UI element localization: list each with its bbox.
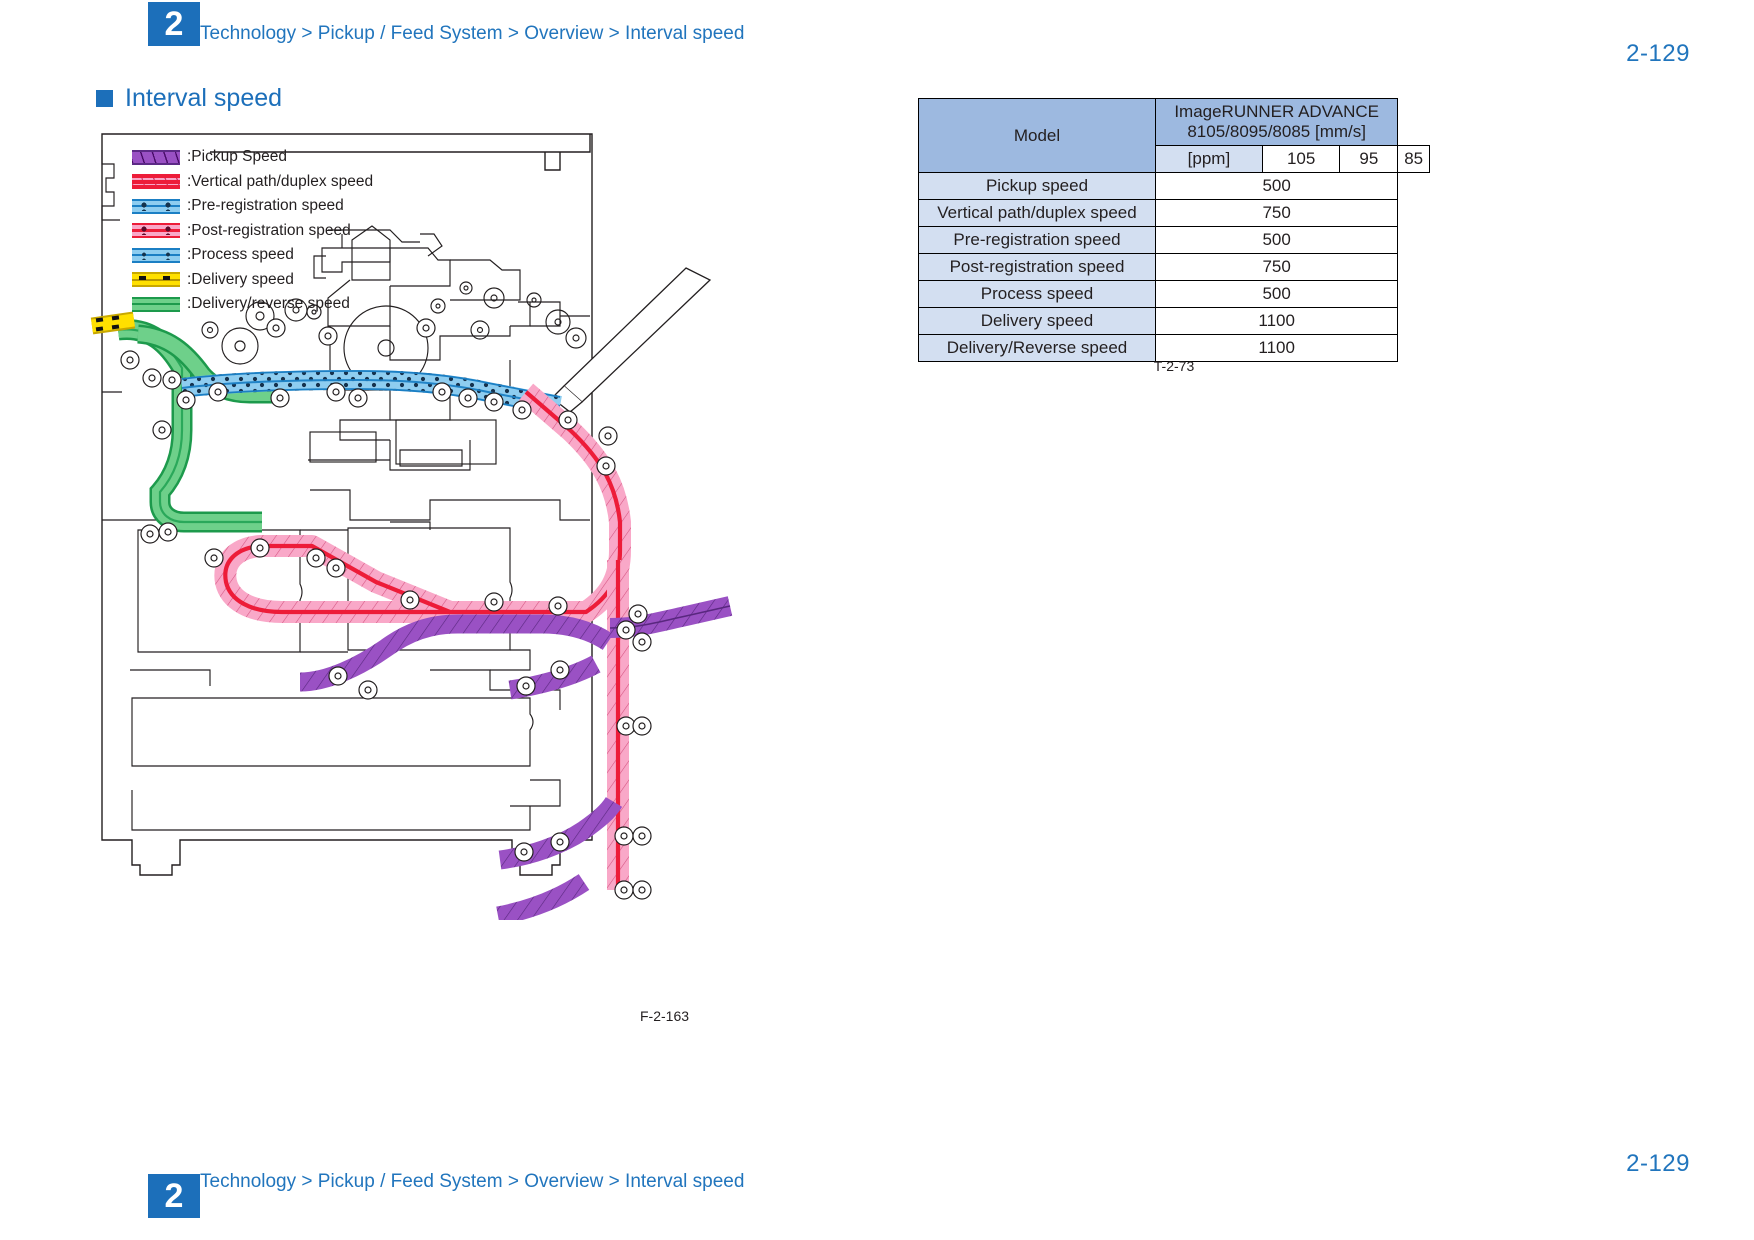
legend-item-delivery-reverse-speed: :Delivery/reverse speed (132, 292, 373, 317)
table-caption: T-2-73 (1153, 358, 1195, 374)
page-number-top: 2-129 (1626, 40, 1690, 67)
table-row-value: 500 (1154, 172, 1399, 200)
legend-label: :Pre-registration speed (187, 197, 344, 215)
section-heading: Interval speed (96, 84, 282, 113)
delivery-reverse-speed-swatch (132, 296, 180, 312)
ppm-value-95: 95 (1339, 145, 1399, 173)
legend-item-process-speed: :Process speed (132, 243, 373, 268)
breadcrumb-bottom: Technology > Pickup / Feed System > Over… (200, 1171, 745, 1192)
table-row: Vertical path/duplex speed 750 (918, 199, 1430, 227)
legend-item-pickup-speed: :Pickup Speed (132, 145, 373, 170)
table-row-label: Vertical path/duplex speed (918, 199, 1156, 227)
table-row-label: Pre-registration speed (918, 226, 1156, 254)
interval-speed-table: Model ImageRUNNER ADVANCE 8105/8095/8085… (918, 98, 1430, 362)
table-row-label: Pickup speed (918, 172, 1156, 200)
legend-label: :Delivery/reverse speed (187, 295, 350, 313)
table-row-label: Process speed (918, 280, 1156, 308)
table-header-model-value: ImageRUNNER ADVANCE 8105/8095/8085 [mm/s… (1154, 98, 1399, 146)
vertical-duplex-speed-swatch (132, 174, 180, 190)
legend-item-post-registration-speed: :Post-registration speed (132, 219, 373, 244)
table-row: Delivery speed 1100 (918, 307, 1430, 335)
table-row-value: 750 (1154, 253, 1399, 281)
legend-label: :Post-registration speed (187, 221, 351, 239)
page-title: Interval speed (125, 84, 283, 112)
table-row: Pickup speed 500 (918, 172, 1430, 200)
table-row-value: 750 (1154, 199, 1399, 227)
chapter-badge-bottom: 2 (148, 1174, 200, 1218)
pre-registration-speed-swatch (132, 198, 180, 214)
chapter-badge: 2 (148, 2, 200, 46)
model-name-line2: 8105/8095/8085 [mm/s] (1187, 122, 1366, 141)
table-row: Post-registration speed 750 (918, 253, 1430, 281)
table-row: Process speed 500 (918, 280, 1430, 308)
delivery-speed-swatch (132, 272, 180, 288)
ppm-value-105: 105 (1261, 145, 1341, 173)
table-row-label: Delivery speed (918, 307, 1156, 335)
legend-label: :Pickup Speed (187, 148, 287, 166)
figure-caption: F-2-163 (640, 1008, 690, 1024)
table-row-label-ppm: [ppm] (1155, 145, 1263, 173)
square-bullet-icon (96, 90, 113, 107)
table-row-label: Post-registration speed (918, 253, 1156, 281)
page-header: 2 Technology > Pickup / Feed System > Ov… (0, 0, 1754, 67)
legend-item-vertical-duplex-speed: :Vertical path/duplex speed (132, 170, 373, 195)
legend-item-delivery-speed: :Delivery speed (132, 268, 373, 293)
ppm-value-85: 85 (1397, 145, 1430, 173)
speed-legend: :Pickup Speed :Vertical path/duplex spee… (132, 145, 373, 317)
post-registration-speed-swatch (132, 223, 180, 239)
legend-label: :Process speed (187, 246, 294, 264)
table-row-value: 1100 (1154, 307, 1399, 335)
table-row-header: Model ImageRUNNER ADVANCE 8105/8095/8085… (918, 98, 1430, 173)
table-row-value: 500 (1154, 226, 1399, 254)
breadcrumb: Technology > Pickup / Feed System > Over… (200, 23, 745, 44)
model-name-line1: ImageRUNNER ADVANCE (1174, 102, 1379, 121)
legend-label: :Delivery speed (187, 270, 294, 288)
table-row-value: 500 (1154, 280, 1399, 308)
pickup-speed-swatch (132, 149, 180, 165)
page-number-bottom: 2-129 (1626, 1150, 1690, 1177)
table-row: Pre-registration speed 500 (918, 226, 1430, 254)
table-header-model: Model (918, 98, 1156, 173)
legend-label: :Vertical path/duplex speed (187, 172, 374, 190)
legend-item-pre-registration-speed: :Pre-registration speed (132, 194, 373, 219)
process-speed-swatch (132, 247, 180, 263)
page-footer: 2 Technology > Pickup / Feed System > Ov… (0, 1150, 1754, 1240)
